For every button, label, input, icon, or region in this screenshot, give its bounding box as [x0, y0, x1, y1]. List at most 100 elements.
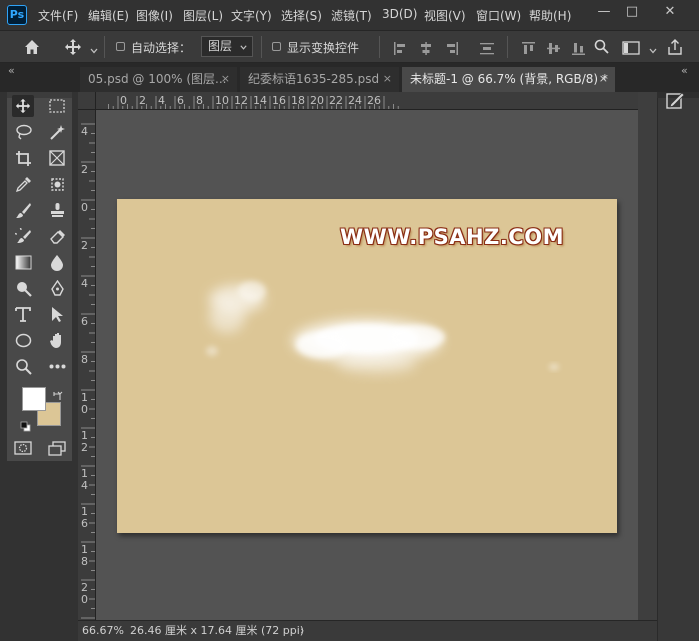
ruler-tick-label: 18: [291, 94, 305, 107]
menu-edit[interactable]: 编辑(E): [88, 7, 129, 24]
ruler-corner[interactable]: [78, 92, 96, 110]
crop-tool-icon[interactable]: [12, 147, 34, 169]
document-canvas[interactable]: WWW.PSAHZ.COM: [117, 199, 617, 533]
rectangular-marquee-tool-icon[interactable]: [46, 95, 68, 117]
default-colors-icon[interactable]: [20, 417, 31, 432]
watermark-text: WWW.PSAHZ.COM: [340, 225, 564, 249]
align-vertical-centers-icon[interactable]: [547, 40, 560, 54]
tab-label: 05.psd @ 100% (图层...: [88, 72, 227, 86]
path-selection-tool-icon[interactable]: [46, 303, 68, 325]
content-aware-move-icon[interactable]: [46, 173, 68, 195]
align-left-edges-icon[interactable]: [394, 40, 406, 55]
align-horizontal-centers-icon[interactable]: [420, 40, 432, 55]
ruler-tick-label: 24: [348, 94, 362, 107]
ruler-tick-label: 10: [81, 391, 88, 416]
lasso-tool-icon[interactable]: [12, 121, 34, 143]
show-transform-controls-checkbox[interactable]: [272, 42, 281, 51]
move-tool-icon[interactable]: [12, 95, 34, 117]
eraser-tool-icon[interactable]: [46, 225, 68, 247]
vertical-ruler[interactable]: 4 2 0 2 4 6 8 10 12 14 16 18 20: [78, 110, 96, 620]
align-top-edges-icon[interactable]: [522, 40, 535, 54]
collapse-panels-icon[interactable]: «: [681, 64, 688, 77]
blur-tool-icon[interactable]: [46, 251, 68, 273]
separator: [507, 36, 508, 58]
screen-mode-icon[interactable]: [46, 437, 68, 459]
collapse-toolbar-icon[interactable]: «: [8, 64, 15, 77]
distribute-vertical-icon[interactable]: [480, 40, 494, 55]
chevron-down-icon[interactable]: [648, 41, 658, 54]
brush-tool-icon[interactable]: [12, 199, 34, 221]
ellipse-tool-icon[interactable]: [12, 329, 34, 351]
ruler-tick-label: 16: [81, 505, 88, 530]
workspace-layout-icon[interactable]: [622, 40, 640, 55]
menu-3d[interactable]: 3D(D): [382, 7, 417, 21]
menu-select[interactable]: 选择(S): [281, 7, 322, 24]
menu-view[interactable]: 视图(V): [424, 7, 466, 24]
frame-tool-icon[interactable]: [46, 147, 68, 169]
clone-stamp-tool-icon[interactable]: [46, 199, 68, 221]
more-tools-icon[interactable]: [46, 355, 68, 377]
horizontal-ruler[interactable]: 0 2 4 6 8 10 12 14 16 18 20 22 24 26: [96, 92, 638, 110]
ruler-tick-label: 2: [81, 163, 88, 176]
dodge-tool-icon[interactable]: [12, 277, 34, 299]
properties-panel-icon[interactable]: [665, 90, 685, 110]
close-tab-icon[interactable]: ×: [383, 67, 392, 91]
pen-tool-icon[interactable]: [46, 277, 68, 299]
tab-document-untitled-1[interactable]: 未标题-1 @ 66.7% (背景, RGB/8) * ×: [402, 67, 615, 92]
magic-wand-tool-icon[interactable]: [46, 121, 68, 143]
zoom-level[interactable]: 66.67%: [82, 621, 124, 641]
close-button[interactable]: ✕: [656, 3, 684, 21]
menu-type[interactable]: 文字(Y): [231, 7, 272, 24]
ruler-tick-label: 6: [177, 94, 184, 107]
document-info: 26.46 厘米 x 17.64 厘米 (72 ppi): [130, 624, 305, 637]
show-transform-controls-label: 显示变换控件: [287, 41, 360, 55]
ruler-tick-label: 4: [81, 125, 88, 138]
tab-document-slogan[interactable]: 纪委标语1635-285.psd ×: [240, 67, 399, 92]
search-icon[interactable]: [594, 39, 609, 54]
auto-select-target-dropdown[interactable]: 图层: [201, 36, 253, 57]
tab-label: 未标题-1 @ 66.7% (背景, RGB/8) *: [410, 72, 608, 86]
quick-mask-mode-icon[interactable]: [12, 437, 34, 459]
ruler-tick-label: 14: [253, 94, 267, 107]
menu-help[interactable]: 帮助(H): [529, 7, 571, 24]
type-tool-icon[interactable]: [12, 303, 34, 325]
align-right-edges-icon[interactable]: [446, 40, 458, 55]
ruler-tick-label: 18: [81, 543, 88, 568]
auto-select-checkbox[interactable]: [116, 42, 125, 51]
ruler-tick-label: 4: [158, 94, 165, 107]
zoom-tool-icon[interactable]: [12, 355, 34, 377]
history-brush-tool-icon[interactable]: [12, 225, 34, 247]
ruler-tick-label: 22: [329, 94, 343, 107]
hand-tool-icon[interactable]: [46, 329, 68, 351]
status-menu-arrow-icon[interactable]: ›: [300, 621, 304, 641]
gradient-tool-icon[interactable]: [12, 251, 34, 273]
ruler-tick-label: 4: [81, 277, 88, 290]
close-tab-icon[interactable]: ×: [221, 67, 230, 91]
share-icon[interactable]: [666, 38, 684, 56]
ruler-tick-label: 0: [81, 201, 88, 214]
menu-filter[interactable]: 滤镜(T): [331, 7, 372, 24]
photoshop-logo-icon: Ps: [7, 5, 27, 25]
maximize-button[interactable]: □: [618, 3, 646, 21]
move-tool-preset-icon[interactable]: [64, 38, 82, 56]
vertical-scrollbar[interactable]: [638, 92, 657, 620]
ruler-tick-label: 10: [215, 94, 229, 107]
ruler-tick-label: 0: [120, 94, 127, 107]
eyedropper-tool-icon[interactable]: [12, 173, 34, 195]
menu-image[interactable]: 图像(I): [136, 7, 173, 24]
close-tab-icon[interactable]: ×: [599, 67, 608, 91]
foreground-color-swatch[interactable]: [22, 387, 46, 411]
chevron-down-icon: [240, 45, 247, 50]
swap-colors-icon[interactable]: [53, 386, 63, 400]
menu-layer[interactable]: 图层(L): [183, 7, 223, 24]
menu-window[interactable]: 窗口(W): [476, 7, 521, 24]
ruler-tick-label: 14: [81, 467, 88, 492]
align-bottom-edges-icon[interactable]: [572, 40, 585, 55]
ruler-tick-label: 2: [81, 239, 88, 252]
chevron-down-icon[interactable]: [89, 41, 99, 54]
tab-document-05[interactable]: 05.psd @ 100% (图层... ×: [80, 67, 237, 92]
small-cloud: [206, 281, 266, 356]
menu-file[interactable]: 文件(F): [38, 7, 78, 24]
minimize-button[interactable]: —: [590, 3, 618, 21]
home-icon[interactable]: [22, 37, 42, 57]
